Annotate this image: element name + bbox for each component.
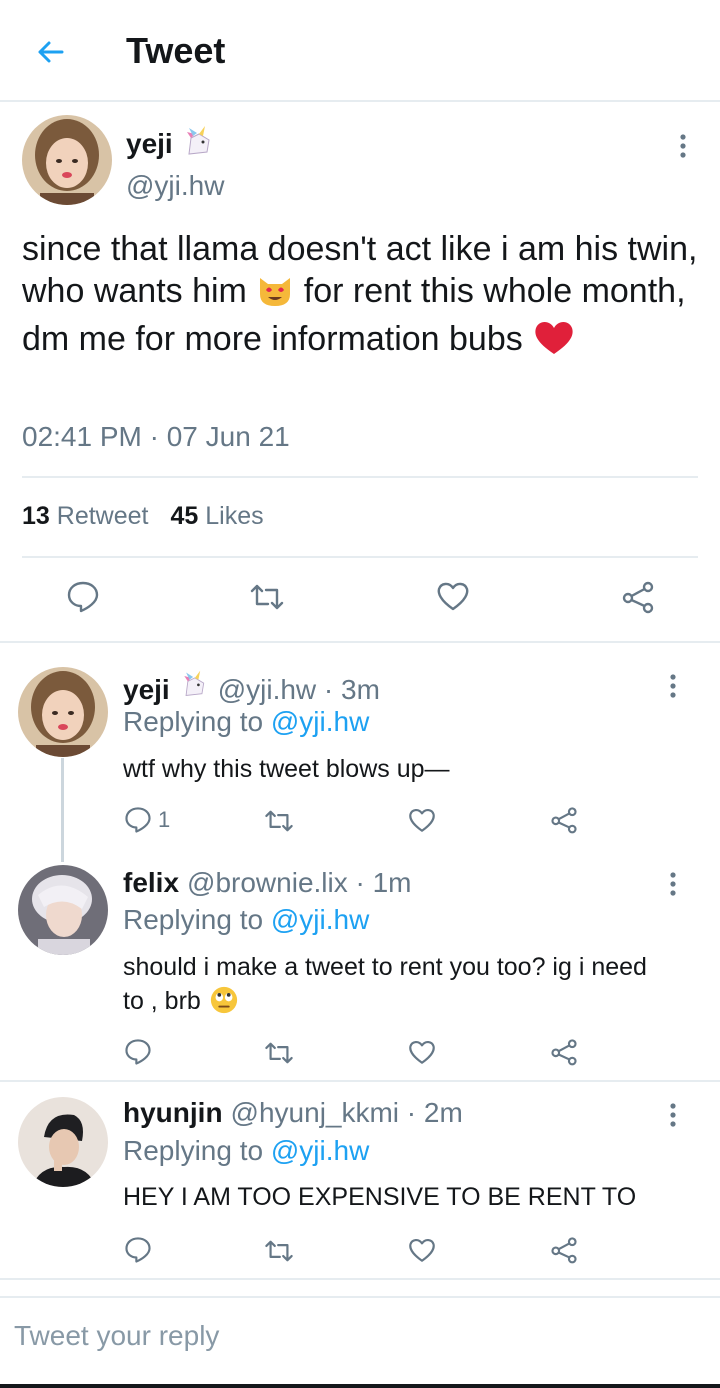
more-vertical-icon [670, 1103, 676, 1127]
reply-action-bar [0, 1236, 720, 1268]
more-vertical-icon [670, 674, 676, 698]
replying-to: Replying to @yji.hw [123, 1135, 370, 1166]
reply-action-bar: 1 [0, 806, 720, 838]
arrow-left-icon [38, 41, 64, 63]
comment-icon [67, 581, 99, 613]
retweet-button[interactable] [263, 1238, 295, 1264]
tweet-stats: 13 Retweet 45 Likes [22, 502, 264, 531]
page-title: Tweet [126, 30, 226, 71]
reply-header: felix @brownie.lix · 1m [123, 867, 412, 899]
back-button[interactable] [30, 32, 70, 72]
reply-text: HEY I AM TOO EXPENSIVE TO BE RENT TO [123, 1183, 637, 1211]
reply-handle-time: @brownie.lix · 1m [187, 867, 412, 898]
retweet-icon [265, 810, 293, 832]
reply-author-name[interactable]: yeji [123, 674, 170, 706]
like-button[interactable] [408, 1038, 436, 1066]
reply-button[interactable] [66, 580, 100, 614]
bottom-border [0, 1384, 720, 1388]
reply-input[interactable]: Tweet your reply [14, 1320, 219, 1352]
reply-button[interactable] [124, 1038, 152, 1066]
like-button[interactable] [408, 806, 436, 834]
reply-action-bar [0, 1038, 720, 1070]
unicorn-emoji-icon [178, 669, 210, 706]
tweet-text: since that llama doesn't act like i am h… [22, 228, 702, 366]
retweet-icon [250, 584, 284, 610]
reply-author-name[interactable]: hyunjin [123, 1097, 223, 1129]
author-name[interactable]: yeji [126, 128, 173, 160]
retweet-icon [265, 1042, 293, 1064]
heart-icon [437, 582, 469, 611]
more-vertical-icon [680, 134, 686, 158]
share-icon [622, 581, 654, 614]
reply-handle-time: @hyunj_kkmi · 2m [230, 1097, 463, 1128]
reply-button[interactable]: 1 [124, 806, 170, 834]
reply-more-button[interactable] [658, 1095, 688, 1135]
tweet-more-button[interactable] [668, 126, 698, 166]
retweet-button[interactable] [263, 1040, 295, 1066]
heart-icon [409, 1041, 435, 1064]
eye-roll-emoji-icon [208, 985, 240, 1024]
comment-icon [125, 1039, 151, 1065]
reply-header: yeji @yji.hw · 3m [123, 669, 380, 706]
author-avatar[interactable] [22, 115, 112, 205]
unicorn-emoji-icon [181, 124, 215, 163]
reply-more-button[interactable] [658, 864, 688, 904]
share-button[interactable] [621, 580, 655, 614]
comment-icon [125, 1237, 151, 1263]
like-count[interactable]: 45 Likes [170, 502, 263, 531]
heart-icon [409, 1239, 435, 1262]
share-button[interactable] [550, 806, 578, 834]
reply-count: 1 [158, 807, 171, 832]
share-icon [551, 807, 577, 834]
replying-to: Replying to @yji.hw [123, 706, 370, 737]
retweet-button[interactable] [263, 808, 295, 834]
retweet-button[interactable] [248, 582, 286, 612]
reply-avatar[interactable] [18, 1097, 108, 1187]
reply-composer: Tweet your reply [0, 1296, 720, 1376]
share-icon [551, 1039, 577, 1066]
reply-author-name[interactable]: felix [123, 867, 179, 899]
top-app-bar: Tweet [0, 0, 720, 102]
author-handle[interactable]: @yji.hw [126, 170, 224, 202]
more-vertical-icon [670, 872, 676, 896]
like-button[interactable] [408, 1236, 436, 1264]
replying-to: Replying to @yji.hw [123, 904, 370, 935]
comment-icon [125, 807, 151, 833]
divider [0, 1278, 720, 1280]
divider [22, 556, 698, 558]
share-button[interactable] [550, 1038, 578, 1066]
divider [22, 476, 698, 478]
reply-avatar[interactable] [18, 667, 108, 757]
reply-more-button[interactable] [658, 666, 688, 706]
share-icon [551, 1237, 577, 1264]
tweet-action-bar [0, 580, 720, 620]
share-button[interactable] [550, 1236, 578, 1264]
like-button[interactable] [436, 580, 470, 612]
tweet-timestamp: 02:41 PM · 07 Jun 21 [22, 421, 290, 452]
heart-eyes-cat-emoji-icon [256, 272, 294, 318]
reply-text: wtf why this tweet blows up— [123, 755, 450, 783]
retweet-icon [265, 1240, 293, 1262]
retweet-count[interactable]: 13 Retweet [22, 502, 148, 531]
mention-link[interactable]: @yji.hw [271, 1135, 369, 1166]
reply-button[interactable] [124, 1236, 152, 1264]
divider [0, 641, 720, 643]
heart-icon [409, 809, 435, 832]
reply-header: hyunjin @hyunj_kkmi · 2m [123, 1097, 463, 1129]
mention-link[interactable]: @yji.hw [271, 904, 369, 935]
reply-text: should i make a tweet to rent you too? i… [123, 950, 663, 1024]
mention-link[interactable]: @yji.hw [271, 706, 369, 737]
red-heart-emoji-icon [532, 318, 576, 366]
reply-handle-time: @yji.hw · 3m [217, 674, 380, 705]
divider [0, 1080, 720, 1082]
reply-avatar[interactable] [18, 865, 108, 955]
